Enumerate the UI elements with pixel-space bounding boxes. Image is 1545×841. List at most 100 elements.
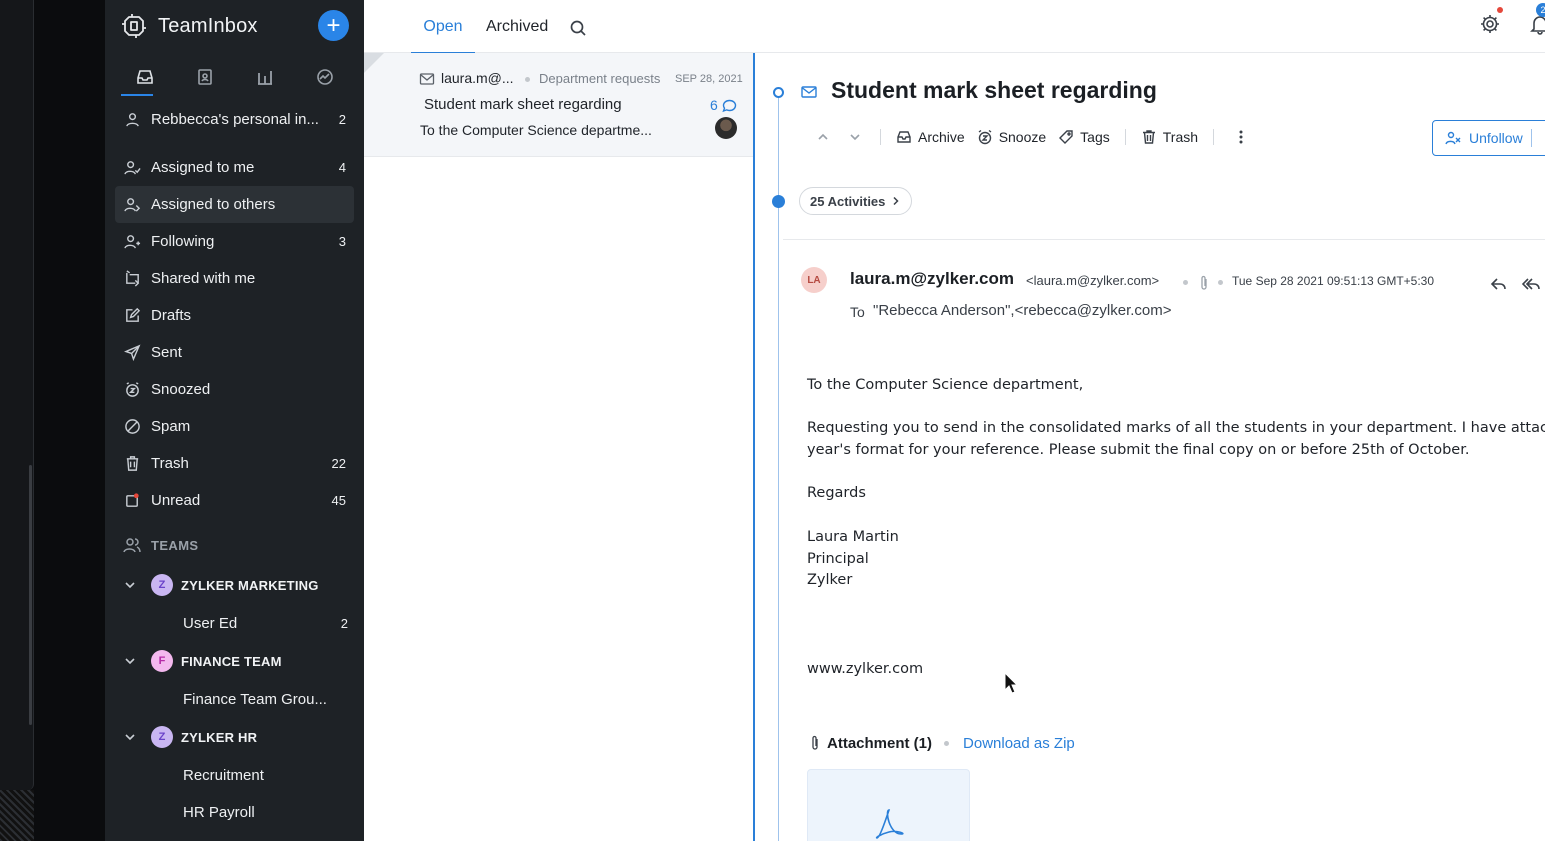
sidebar-item-count: 45 <box>331 493 346 508</box>
chevron-down-icon[interactable] <box>123 730 137 744</box>
sidebar-item-assigned-to-me[interactable]: Assigned to me 4 <box>115 149 354 186</box>
attachment-thumbnail[interactable] <box>807 769 970 841</box>
sidebar-item-label: HR Payroll <box>183 803 255 821</box>
sidebar-item-shared-with-me[interactable]: Shared with me <box>115 260 354 297</box>
message-sender: laura.m@... <box>441 70 514 86</box>
attachment-header: Attachment (1) Download as Zip <box>809 733 1075 753</box>
archive-button[interactable]: Archive <box>890 125 971 149</box>
tag-icon <box>1059 130 1073 144</box>
separator-dot <box>1183 280 1188 285</box>
separator-dot <box>1218 280 1223 285</box>
toolbar-divider <box>1213 129 1215 145</box>
attachment-label: Attachment (1) <box>827 734 933 752</box>
sidebar-item-finance-team-group[interactable]: Finance Team Grou... <box>183 687 353 711</box>
download-zip-link[interactable]: Download as Zip <box>963 735 1075 752</box>
unfollow-button[interactable]: Unfollow <box>1432 120 1545 156</box>
mouse-cursor-icon <box>1004 672 1018 694</box>
assigned-icon <box>123 159 141 177</box>
separator-dot <box>944 740 950 746</box>
recipient-label: To <box>850 304 865 320</box>
chevron-down-icon <box>850 134 860 141</box>
corner-fold <box>364 53 384 73</box>
sidebar-item-following[interactable]: Following 3 <box>115 223 354 260</box>
sidebar-item-label: Recruitment <box>183 766 264 784</box>
team-zylker-hr[interactable]: Z ZYLKER HR <box>123 725 257 749</box>
tab-inbox[interactable] <box>115 58 175 96</box>
trash-button[interactable]: Trash <box>1135 125 1204 149</box>
tab-archived[interactable]: Archived <box>486 0 548 53</box>
sidebar-item-label: Rebbecca's personal in... <box>151 111 319 128</box>
sidebar-item-personal-inbox[interactable]: Rebbecca's personal in... 2 <box>115 101 354 138</box>
activities-button[interactable]: 25 Activities <box>799 187 913 215</box>
sidebar-item-unread[interactable]: Unread 45 <box>115 482 354 519</box>
team-name: ZYLKER MARKETING <box>181 577 319 593</box>
team-avatar: Z <box>151 574 173 596</box>
body-line: Requesting you to send in the consolidat… <box>807 420 1545 437</box>
message-detail: Student mark sheet regarding Archive Sno… <box>753 53 1545 841</box>
separator-dot <box>525 77 530 82</box>
list-item[interactable]: laura.m@... Department requests SEP 28, … <box>364 53 753 157</box>
search-icon[interactable] <box>569 19 587 37</box>
tags-label: Tags <box>1080 129 1110 145</box>
sidebar-item-hr-payroll[interactable]: HR Payroll <box>183 800 353 824</box>
team-zylker-marketing[interactable]: Z ZYLKER MARKETING <box>123 573 319 597</box>
tab-contacts[interactable] <box>175 58 235 96</box>
app-name: TeamInbox <box>158 14 258 37</box>
toolbar-divider <box>1124 129 1126 145</box>
more-options-button[interactable] <box>1231 125 1251 149</box>
tab-open[interactable]: Open <box>411 0 475 54</box>
unfollow-icon <box>1445 131 1461 145</box>
tab-analytics[interactable] <box>295 58 355 96</box>
paperclip-icon <box>812 735 818 750</box>
detail-toolbar: Archive Snooze Tags Trash <box>807 125 1251 149</box>
previous-button[interactable] <box>807 125 839 149</box>
sidebar-tabs <box>115 58 355 96</box>
archive-icon <box>897 131 911 143</box>
teams-icon <box>123 538 141 553</box>
more-vertical-icon <box>1239 130 1243 144</box>
sidebar-item-count: 22 <box>331 456 346 471</box>
sidebar-item-count: 2 <box>340 615 348 631</box>
chevron-up-icon <box>818 133 828 140</box>
signature-name: Laura Martin <box>807 528 899 545</box>
sidebar-item-snoozed[interactable]: Snoozed <box>115 371 354 408</box>
sidebar: TeamInbox + Rebbecca's personal in... 2 <box>105 0 364 841</box>
team-finance[interactable]: F FINANCE TEAM <box>123 649 282 673</box>
sidebar-item-recruitment[interactable]: Recruitment <box>183 763 353 787</box>
snooze-icon <box>978 129 992 145</box>
chevron-down-icon[interactable] <box>123 654 137 668</box>
sidebar-item-assigned-to-others[interactable]: Assigned to others <box>115 186 354 223</box>
sidebar-item-user-ed[interactable]: User Ed 2 <box>183 611 353 635</box>
chevron-down-icon[interactable] <box>123 578 137 592</box>
unfollow-label: Unfollow <box>1469 130 1523 146</box>
reply-icon[interactable] <box>1490 275 1508 293</box>
sidebar-item-label: Spam <box>151 418 191 435</box>
gear-icon[interactable] <box>1479 13 1501 35</box>
teams-header: TEAMS <box>123 536 199 554</box>
sidebar-item-count: 4 <box>338 160 346 175</box>
signature-website[interactable]: www.zylker.com <box>807 659 1545 681</box>
activities-label: 25 Activities <box>810 193 886 209</box>
avatar <box>715 117 737 139</box>
snooze-button[interactable]: Snooze <box>971 125 1052 149</box>
sender-name[interactable]: laura.m@zylker.com <box>850 269 1014 289</box>
team-avatar: F <box>151 650 173 672</box>
contacts-icon <box>198 69 212 85</box>
team-name: ZYLKER HR <box>181 729 258 745</box>
sidebar-item-count: 3 <box>338 234 346 249</box>
toolbar-divider <box>880 129 881 145</box>
next-button[interactable] <box>839 125 871 149</box>
reply-all-icon[interactable] <box>1522 275 1542 293</box>
tags-button[interactable]: Tags <box>1052 125 1116 149</box>
sidebar-item-spam[interactable]: Spam <box>115 408 354 445</box>
signature-title: Principal <box>807 550 869 567</box>
sidebar-item-drafts[interactable]: Drafts <box>115 297 354 334</box>
compose-button[interactable]: + <box>318 10 349 41</box>
message-date: SEP 28, 2021 <box>675 73 743 85</box>
message-timestamp: Tue Sep 28 2021 09:51:13 GMT+5:30 <box>1232 274 1435 288</box>
background-desktop <box>0 0 105 841</box>
tab-reports[interactable] <box>235 58 295 96</box>
sidebar-item-sent[interactable]: Sent <box>115 334 354 371</box>
sidebar-item-trash[interactable]: Trash 22 <box>115 445 354 482</box>
sidebar-item-label: Assigned to others <box>151 196 276 213</box>
